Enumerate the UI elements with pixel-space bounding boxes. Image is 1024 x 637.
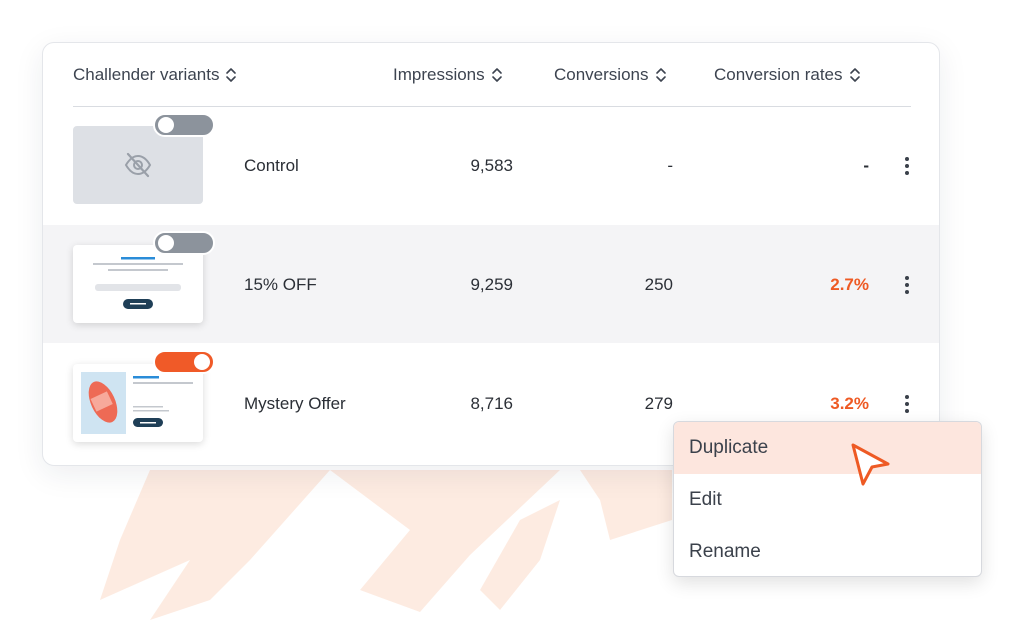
variant-name: 15% OFF	[244, 275, 317, 294]
conversion-rate-value: 3.2%	[830, 394, 869, 413]
conversions-value: 250	[644, 275, 673, 294]
popup-preview-image	[81, 372, 193, 434]
column-header-conversions[interactable]: Conversions	[554, 65, 667, 85]
row-menu-button[interactable]	[899, 392, 915, 416]
toggle-knob	[158, 117, 174, 133]
row-context-menu: Duplicate Edit Rename	[673, 421, 982, 577]
variant-thumbnail	[73, 245, 203, 323]
variant-name: Mystery Offer	[244, 394, 346, 413]
row-menu-button[interactable]	[899, 154, 915, 178]
row-menu-button[interactable]	[899, 273, 915, 297]
variant-toggle[interactable]	[153, 113, 215, 137]
eye-off-icon	[124, 152, 152, 178]
variant-thumbnail-placeholder	[73, 126, 203, 204]
menu-item-rename[interactable]: Rename	[674, 526, 981, 576]
conversions-value: 279	[644, 394, 673, 413]
menu-item-duplicate[interactable]: Duplicate	[674, 422, 981, 474]
conversion-rate-value: -	[863, 156, 869, 175]
impressions-value: 9,583	[470, 156, 513, 175]
impressions-value: 9,259	[470, 275, 513, 294]
sort-icon	[655, 68, 666, 82]
sort-icon	[849, 68, 860, 82]
mouse-pointer-icon	[851, 443, 890, 486]
variants-table-card: Challender variants Impressions Conversi…	[42, 42, 940, 466]
impressions-value: 8,716	[470, 394, 513, 413]
table-row[interactable]: Control 9,583 - -	[43, 107, 939, 225]
variant-thumbnail	[73, 364, 203, 442]
table-row[interactable]: 15% OFF 9,259 250 2.7%	[43, 225, 939, 343]
sort-icon	[491, 68, 502, 82]
sort-icon	[226, 68, 237, 82]
column-header-conversion-rates[interactable]: Conversion rates	[714, 65, 861, 85]
variant-toggle[interactable]	[153, 231, 215, 255]
menu-item-edit[interactable]: Edit	[674, 474, 981, 526]
toggle-knob	[158, 235, 174, 251]
conversion-rate-value: 2.7%	[830, 275, 869, 294]
variant-toggle[interactable]	[153, 350, 215, 374]
popup-preview-image	[93, 257, 183, 309]
column-header-impressions[interactable]: Impressions	[393, 65, 503, 85]
toggle-knob	[194, 354, 210, 370]
conversions-value: -	[667, 156, 673, 175]
table-header: Challender variants Impressions Conversi…	[43, 43, 939, 107]
column-header-variants[interactable]: Challender variants	[73, 65, 237, 85]
variant-name: Control	[244, 156, 299, 175]
